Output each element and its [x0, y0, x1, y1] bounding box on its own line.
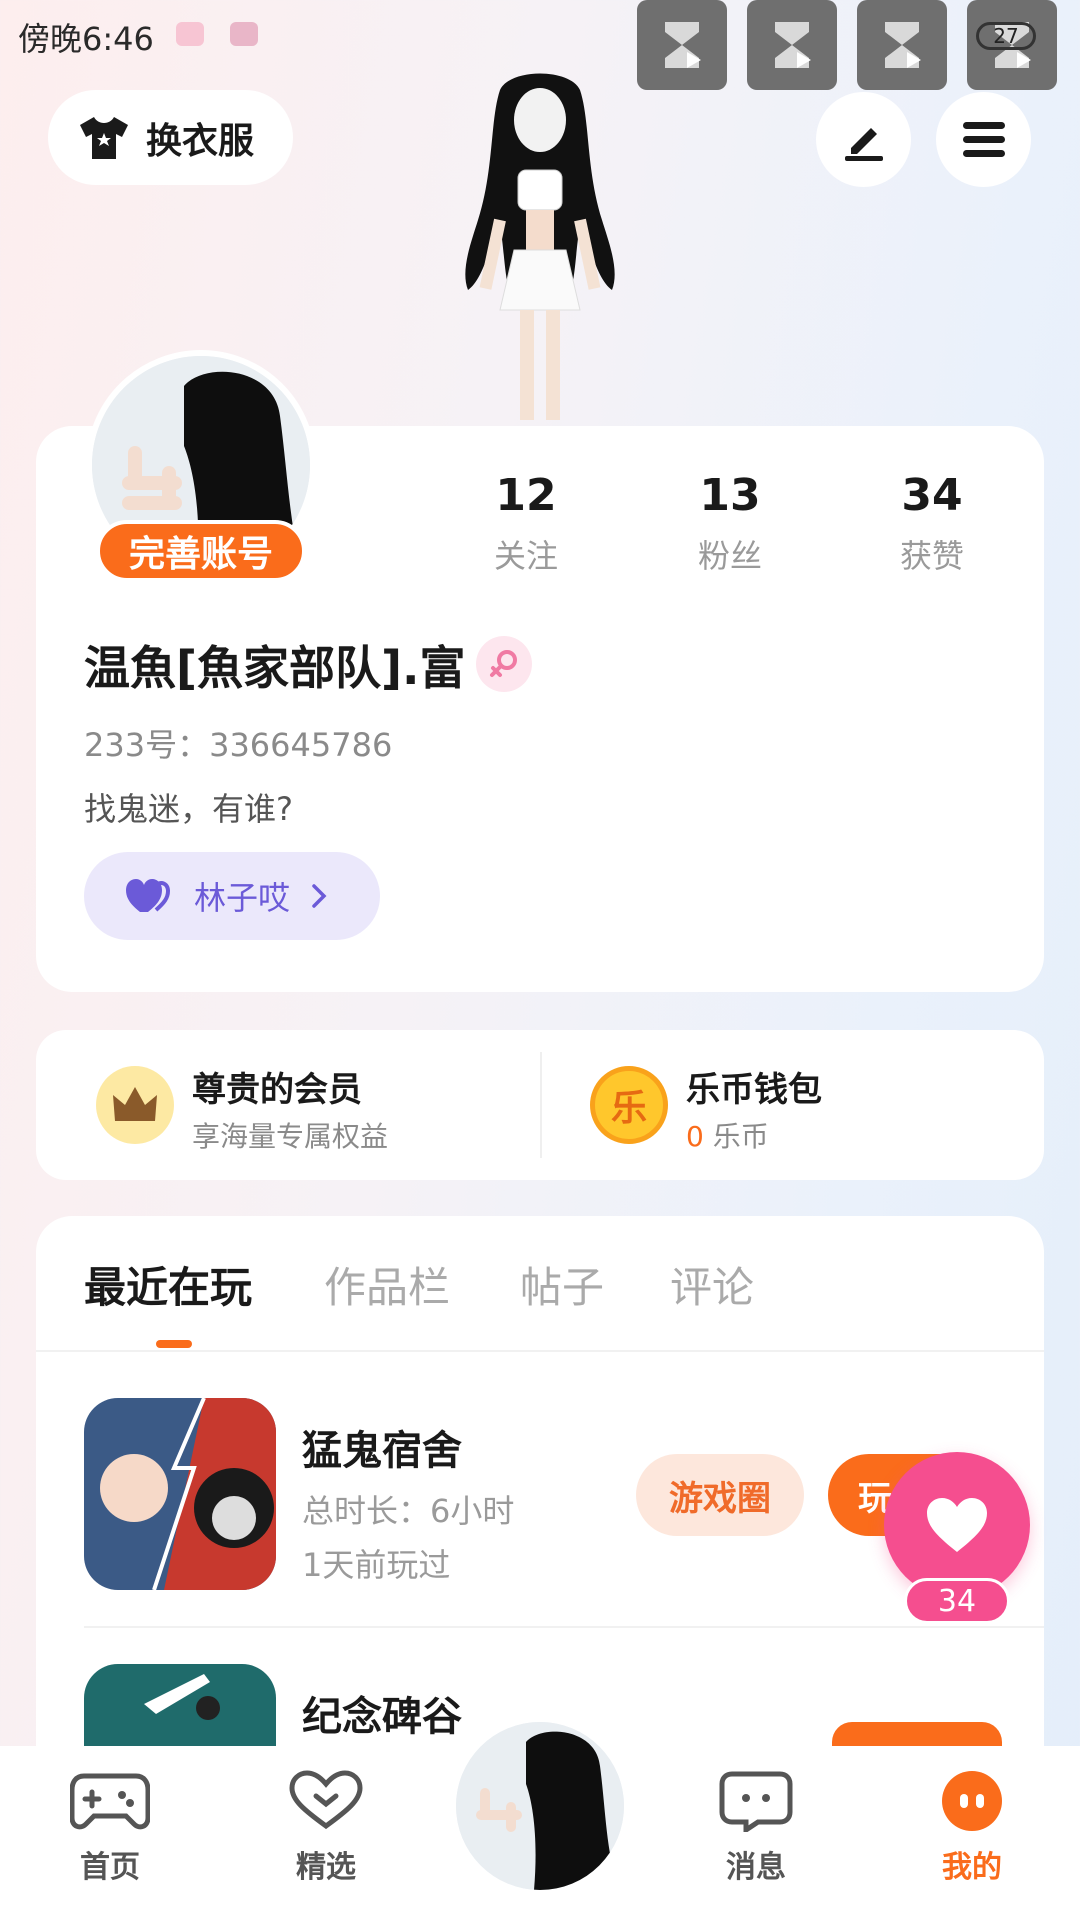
hourglass-icon: [665, 22, 701, 68]
hourglass-icon: [885, 22, 921, 68]
stat-value: 12: [495, 470, 557, 521]
divider: [84, 1626, 1044, 1628]
status-time: 傍晚6:46: [18, 20, 154, 58]
wallet-title: 乐币钱包: [686, 1070, 822, 1110]
divider: [540, 1052, 542, 1158]
member-subtitle: 享海量专属权益: [192, 1120, 389, 1153]
change-outfit-label: 换衣服: [146, 120, 255, 162]
wallet-amount: 0: [686, 1120, 704, 1153]
nav-label: 精选: [296, 1850, 356, 1885]
stat-fans[interactable]: 13 粉丝: [650, 470, 810, 577]
floating-window-tile[interactable]: [747, 0, 837, 90]
menu-button[interactable]: [936, 92, 1031, 187]
profile-name: 温魚[魚家部队].富: [84, 641, 466, 695]
stat-label: 关注: [493, 537, 558, 575]
stat-following[interactable]: 12 关注: [446, 470, 606, 577]
mine-face-icon: [942, 1771, 1002, 1831]
wallet-entry[interactable]: 乐币钱包 0 乐币: [686, 1062, 822, 1155]
stat-label: 获赞: [899, 537, 964, 575]
nav-mine[interactable]: 我的: [902, 1770, 1042, 1886]
tab-posts[interactable]: 帖子: [520, 1254, 604, 1315]
hamburger-menu-icon: [962, 121, 1005, 157]
wallet-balance: 0 乐币: [686, 1115, 822, 1155]
game-cover: [84, 1398, 276, 1590]
cp-name: 林子哎: [194, 879, 291, 917]
finish-account-badge[interactable]: 完善账号: [96, 520, 306, 582]
user-bio: 找鬼迷，有谁?: [84, 790, 293, 828]
nav-label: 我的: [942, 1850, 1002, 1885]
stat-value: 13: [699, 470, 761, 521]
stat-label: 粉丝: [697, 537, 762, 575]
double-heart-icon: [126, 879, 171, 912]
hourglass-icon: [775, 22, 811, 68]
tshirt-icon: [80, 116, 128, 159]
female-gender-icon: [476, 636, 532, 692]
avatar-figure[interactable]: [430, 70, 650, 425]
game-title[interactable]: 猛鬼宿舍: [302, 1418, 462, 1476]
tab-recent[interactable]: 最近在玩: [84, 1254, 252, 1315]
tab-works[interactable]: 作品栏: [324, 1254, 450, 1315]
game-title[interactable]: 纪念碑谷: [302, 1684, 462, 1742]
wallet-unit: 乐币: [712, 1120, 769, 1153]
cp-relation-button[interactable]: 林子哎: [84, 852, 380, 940]
member-title: 尊贵的会员: [192, 1070, 362, 1110]
chat-bubble-icon: [719, 1771, 793, 1835]
nav-messages[interactable]: 消息: [686, 1770, 826, 1886]
user-id: 233号：336645786: [84, 726, 393, 764]
tab-active-indicator: [156, 1340, 192, 1348]
nav-label: 消息: [726, 1850, 786, 1885]
floating-window-tile[interactable]: [637, 0, 727, 90]
game-circle-button[interactable]: 游戏圈: [636, 1454, 804, 1536]
chevron-right-icon: [312, 884, 327, 908]
stat-value: 34: [901, 470, 963, 521]
tab-comments[interactable]: 评论: [670, 1254, 754, 1315]
gamepad-icon: [69, 1773, 151, 1830]
nav-home[interactable]: 首页: [40, 1770, 180, 1886]
notification-pig-icon: [176, 22, 204, 46]
crown-icon: [96, 1066, 174, 1144]
game-icon-monument-valley[interactable]: [84, 1664, 276, 1746]
heart-outline-icon: [289, 1770, 363, 1830]
game-duration: 总时长：6小时: [302, 1492, 515, 1530]
crown-shape: [113, 1087, 157, 1121]
pen-icon: [844, 127, 883, 161]
female-symbol: [490, 650, 517, 677]
nav-label: 首页: [80, 1850, 140, 1885]
battery-icon: 27: [976, 22, 1036, 50]
stat-likes[interactable]: 34 获赞: [852, 470, 1012, 577]
notification-cat-icon: [230, 22, 258, 46]
coin-icon: 乐: [590, 1066, 668, 1144]
center-avatar-button[interactable]: [456, 1722, 624, 1890]
edit-profile-button[interactable]: [816, 92, 911, 187]
heart-icon: [927, 1498, 987, 1552]
change-outfit-button[interactable]: 换衣服: [48, 90, 293, 185]
game-last-played: 1天前玩过: [302, 1546, 451, 1584]
like-count: 34: [904, 1578, 1010, 1624]
nav-featured[interactable]: 精选: [256, 1770, 396, 1886]
avatar-image: [456, 1722, 624, 1890]
game-icon-haunted-dorm[interactable]: [84, 1398, 276, 1590]
floating-window-tile[interactable]: [857, 0, 947, 90]
like-button[interactable]: [884, 1452, 1030, 1598]
divider: [36, 1350, 1044, 1352]
game-cover: [84, 1664, 276, 1746]
member-entry[interactable]: 尊贵的会员 享海量专属权益: [192, 1062, 388, 1155]
